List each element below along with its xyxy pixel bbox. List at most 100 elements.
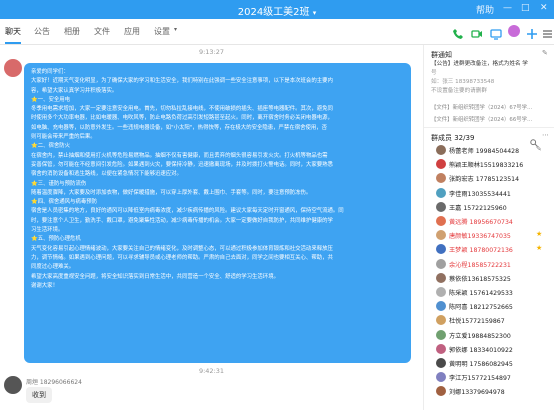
sender-avatar[interactable]: [4, 59, 22, 77]
member-name: 刘娜13379694978: [449, 389, 505, 397]
file-notice[interactable]: 【文件】新组织转团学（2024）66号学…: [431, 115, 532, 123]
member-row[interactable]: 黄明明 17586082945: [436, 358, 554, 370]
divider: [424, 127, 554, 128]
title-bar: 2024级工美2班 ▾ 帮助 — □ ✕: [0, 0, 554, 19]
members-title: 群成员 32/39: [431, 134, 475, 142]
chat-panel[interactable]: 9:13:27 亲爱的同学们： 大家好！近期天气变化明显，为了确保大家的学习和生活…: [0, 45, 423, 410]
file-notice[interactable]: 【文件】新组织转团学（2024）67号学…: [431, 103, 532, 111]
member-row[interactable]: 王嘉 15722125960: [436, 201, 554, 214]
message-line: 希望大家高度重视安全问题，将安全知识落实到日常生活中，共同营造一个安全、舒适的学…: [31, 273, 279, 280]
call-icon[interactable]: [452, 25, 464, 39]
video-icon[interactable]: [471, 25, 483, 38]
member-name: 唐颜敏19336747035: [449, 233, 511, 241]
edit-notice-icon[interactable]: ✎: [542, 49, 548, 57]
message-line: 随着温度骤降，大家要及时添加衣物，做好保暖措施，可以穿上厚外套、戴上围巾、手套等…: [31, 189, 312, 196]
settings-chevron-icon[interactable]: ▾: [174, 26, 177, 33]
message-timestamp: 9:13:27: [198, 48, 225, 56]
notice-line: 不设置备注要的请删群: [431, 88, 487, 94]
edit-icon: ✎: [536, 145, 542, 153]
member-avatar: [436, 358, 446, 368]
member-row[interactable]: 方立爱19884852300: [436, 329, 554, 342]
maximize-button[interactable]: □: [521, 3, 530, 13]
member-name: 蔡依依13618575325: [449, 275, 511, 283]
member-name: 余沁程18585722231: [449, 261, 511, 269]
member-row[interactable]: 蔡依依13618575325: [436, 272, 554, 285]
member-name: 王嘉 15722125960: [449, 204, 507, 212]
message-line: ⭐二、宿舍防火: [31, 143, 71, 150]
member-name: 陈阿喜 18212752665: [449, 304, 513, 312]
message-timestamp-2: 9:42:31: [198, 367, 225, 375]
member-row[interactable]: 陈采颖 15761429533: [436, 287, 554, 299]
member-avatar: [436, 272, 446, 283]
member-avatar: [436, 258, 446, 269]
tab-announcement[interactable]: 公告: [34, 26, 50, 37]
minimize-button[interactable]: —: [503, 3, 512, 13]
message-line: 亲爱的同学们：: [31, 69, 69, 75]
message-bubble[interactable]: 亲爱的同学们： 大家好！近期天气变化明显，为了确保大家的学习和生活安全，我们特别在…: [24, 63, 411, 363]
group-name: 2024级工美2班: [237, 7, 310, 18]
message-line: 时使用多个大功率电器，比如电暖器、电吹风等，防止电路负荷过高引发短路甚至起火。同…: [31, 115, 333, 122]
screen-share-icon[interactable]: [490, 25, 502, 40]
member-avatar: [436, 244, 446, 255]
message-line: ⭐三、谨防与预防流伤: [31, 180, 87, 187]
member-row[interactable]: 余沁程18585722231: [436, 258, 554, 271]
member-row[interactable]: 李江万15772154897: [436, 372, 554, 384]
chevron-down-icon[interactable]: ▾: [313, 9, 317, 17]
menu-icon[interactable]: [543, 25, 552, 38]
member-row[interactable]: 张韵宏志 17785123514: [436, 173, 554, 185]
member-avatar: [436, 216, 446, 226]
message-line: 天气变化容易引起心理情绪波动，大家要关注自己的情绪变化，及时调整心态，可以通过积…: [31, 245, 333, 252]
message-line: 妥善保管，勿可能在不经意间引发危险。如果遇到火灾，要保持冷静，迅速撤离现场，并及…: [31, 161, 333, 168]
message-line: 同度过心理难关。: [31, 264, 75, 271]
member-name: 郭依娜 18334010922: [449, 346, 513, 354]
member-row[interactable]: 杨蕾老师 19984504428 ✎: [436, 145, 554, 157]
window-title: 2024级工美2班 ▾: [0, 3, 554, 18]
message-line: 大家好！近期天气变化明显，为了确保大家的学习和生活安全，我们特别在此强调一些安全…: [31, 78, 333, 85]
tab-apps[interactable]: 应用: [124, 26, 140, 37]
member-row[interactable]: 郭依娜 18334010922: [436, 343, 554, 356]
member-avatar: [436, 386, 446, 397]
admin-star-icon: ★: [536, 244, 543, 253]
message-line: ⭐四、宿舍通风与病毒预防: [31, 199, 98, 206]
member-avatar: [436, 372, 446, 383]
message-line: 时，要注意个人卫生，勤洗手、戴口罩，避免聚集性活动，减少病毒传播的机会。大家一定…: [31, 217, 333, 224]
member-name: 张韵宏志 17785123514: [449, 176, 520, 184]
member-row[interactable]: 唐颜敏19336747035 ★: [436, 230, 554, 242]
member-name: 李佳雨13035534441: [449, 190, 511, 198]
member-row[interactable]: 李佳雨13035534441: [436, 187, 554, 200]
member-name: 杜悦15772159867: [449, 318, 505, 326]
member-avatar: [436, 301, 446, 312]
member-row[interactable]: 陈阿喜 18212752665: [436, 301, 554, 313]
tab-album[interactable]: 相册: [64, 26, 80, 37]
close-button[interactable]: ✕: [540, 3, 548, 13]
member-name: 王梦颖 18780072136: [449, 247, 513, 255]
member-avatar: [436, 343, 446, 354]
tab-chat[interactable]: 聊天: [5, 26, 21, 44]
member-row[interactable]: 杜悦15772159867: [436, 315, 554, 327]
member-name: 李江万15772154897: [449, 375, 511, 383]
notice-line: 如：张三 18398733548: [431, 79, 495, 85]
reply-bubble[interactable]: 收到: [26, 387, 52, 403]
tab-settings[interactable]: 设置: [154, 26, 170, 37]
message-line: 在宿舍内，禁止抽烟和使用打火机等危险易燃物品。抽烟不仅有害健康，而且丢弃的烟头很…: [31, 152, 328, 159]
member-avatar: [436, 201, 446, 212]
member-row[interactable]: 熊颖王顺林15519833216: [436, 159, 554, 171]
message-line: 谢谢大家！: [31, 282, 58, 289]
reply-sender: 周烜 18296066624: [26, 379, 82, 386]
member-name: 黄明明 17586082945: [449, 361, 513, 368]
more-members-icon[interactable]: ⋯: [542, 131, 549, 139]
member-avatar: [436, 315, 446, 326]
message-line: 如电脑、充电器等，以防意外发生。一些违规电器设备，如"小太阳"，热得快等，存在极…: [31, 124, 328, 131]
more-apps-icon[interactable]: [508, 25, 520, 37]
help-button[interactable]: 帮助: [476, 3, 494, 16]
member-row[interactable]: 黄远腾 18956670734: [436, 216, 554, 228]
message-line: 宿舍的消防设备和逃生路线，以便在紧急情况下能够迅速应对。: [31, 171, 182, 178]
add-icon[interactable]: [526, 25, 538, 39]
message-line: 力，调节情绪。如果遇到心理问题，可以寻求辅导员或心理老师的帮助。严肃的自己去面对…: [31, 254, 333, 261]
message-line: 习生活环境。: [31, 227, 64, 234]
member-row[interactable]: 刘娜13379694978: [436, 386, 554, 398]
member-row[interactable]: 王梦颖 18780072136 ★: [436, 244, 554, 256]
member-name: 陈采颖 15761429533: [449, 290, 513, 297]
tab-files[interactable]: 文件: [94, 26, 110, 37]
reply-avatar[interactable]: [4, 376, 22, 394]
